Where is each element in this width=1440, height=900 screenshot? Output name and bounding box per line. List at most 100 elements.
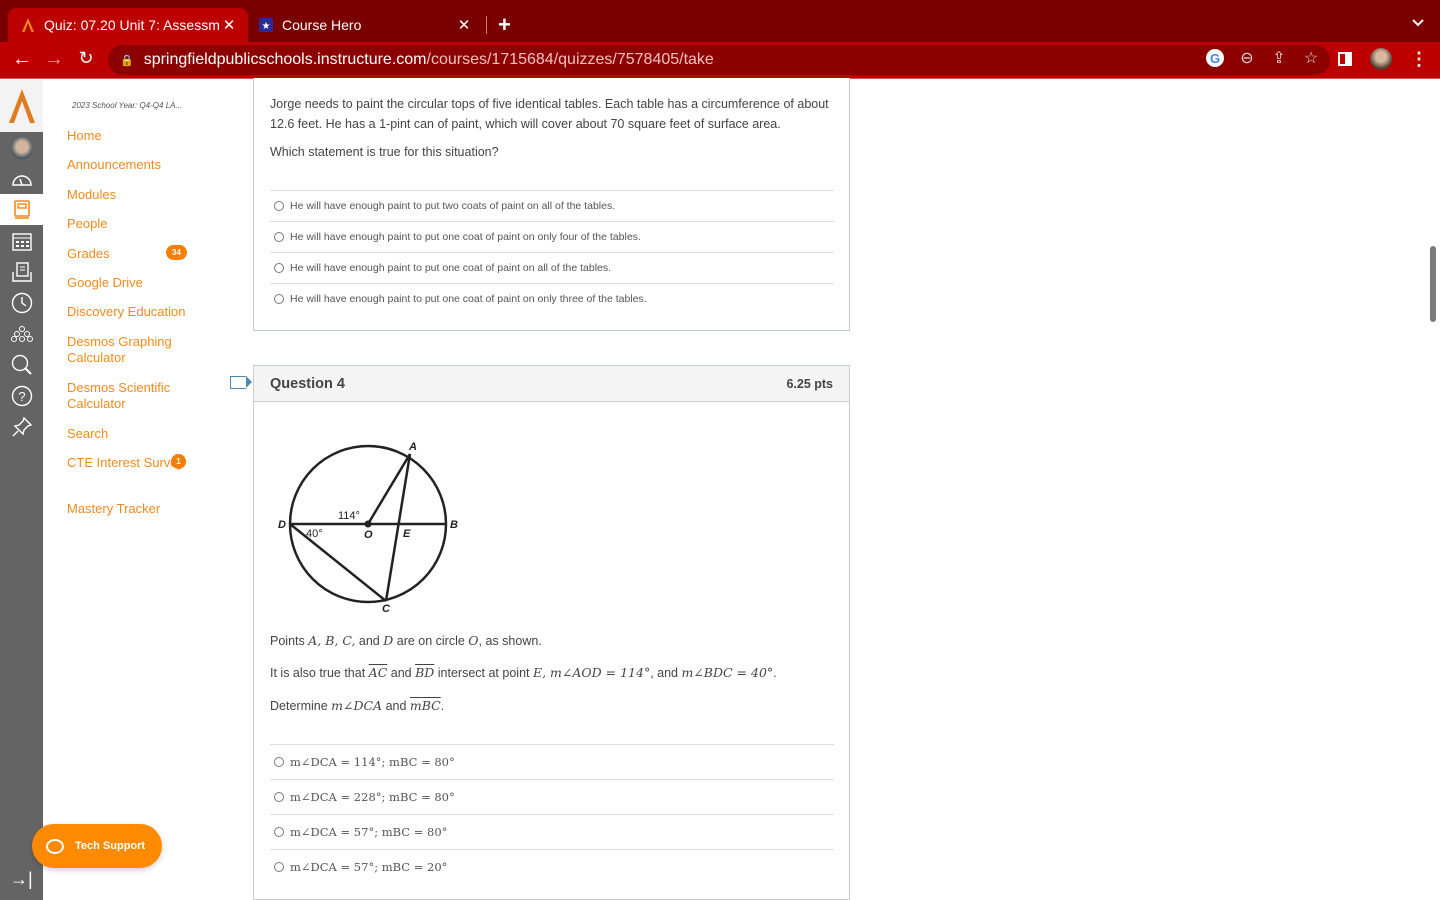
- nav-home[interactable]: Home: [67, 128, 187, 144]
- question-prompt: Which statement is true for this situati…: [270, 145, 499, 159]
- inbox-icon[interactable]: [0, 256, 43, 287]
- close-tab-icon[interactable]: ✕: [220, 16, 238, 34]
- label-c: C: [382, 603, 391, 615]
- reload-icon[interactable]: ↻: [74, 48, 98, 69]
- radio-button[interactable]: [274, 201, 284, 211]
- label-e: E: [403, 528, 411, 540]
- svg-text:★: ★: [262, 21, 271, 32]
- calendar-icon[interactable]: [0, 225, 43, 256]
- breadcrumb[interactable]: 2023 School Year: Q4-Q4 LA...: [72, 101, 182, 110]
- svg-text:?: ?: [18, 389, 25, 404]
- nav-announcements[interactable]: Announcements: [67, 157, 187, 173]
- flag-question-icon[interactable]: [230, 376, 252, 389]
- circle-diagram: A B C D O E 114° 40°: [278, 441, 458, 615]
- nav-cte-interest-survey[interactable]: CTE Interest Survey: [67, 455, 187, 471]
- commons-icon[interactable]: [0, 318, 43, 349]
- center-point: [364, 520, 372, 528]
- answer-option[interactable]: He will have enough paint to put one coa…: [270, 283, 834, 314]
- question-title: Question 4: [270, 375, 345, 392]
- nav-discovery-education[interactable]: Discovery Education: [67, 304, 187, 320]
- close-tab-icon[interactable]: ✕: [455, 16, 473, 34]
- nav-people[interactable]: People: [67, 216, 187, 232]
- radio-button[interactable]: [274, 294, 284, 304]
- radio-button[interactable]: [274, 757, 284, 767]
- address-bar[interactable]: 🔒 springfieldpublicschools.instructure.c…: [108, 45, 1330, 75]
- answer-label: m∠DCA = 228°; mBC = 80°: [290, 790, 455, 804]
- profile-avatar[interactable]: [1370, 48, 1392, 70]
- url-host: springfieldpublicschools.instructure.com: [143, 51, 427, 68]
- answer-option[interactable]: m∠DCA = 114°; mBC = 80°: [270, 744, 834, 779]
- tab-course-hero[interactable]: ★ Course Hero ✕: [248, 8, 483, 42]
- tab-search-chevron-icon[interactable]: [1412, 14, 1424, 30]
- answer-option[interactable]: m∠DCA = 228°; mBC = 80°: [270, 779, 834, 814]
- answer-option[interactable]: He will have enough paint to put one coa…: [270, 221, 834, 252]
- question-points: 6.25 pts: [786, 376, 833, 391]
- label-b: B: [450, 519, 458, 531]
- google-icon[interactable]: G: [1206, 49, 1224, 67]
- global-navigation: ? →|: [0, 80, 43, 900]
- back-arrow-icon[interactable]: ←: [10, 48, 34, 71]
- question-3: Jorge needs to paint the circular tops o…: [253, 78, 850, 331]
- question-4: Question 4 6.25 pts A B C D O E 114° 40°…: [253, 365, 850, 900]
- lock-icon: 🔒: [120, 54, 134, 67]
- angle-aod-label: 114°: [338, 510, 360, 522]
- canvas-logo-icon: [20, 17, 36, 33]
- answer-option[interactable]: m∠DCA = 57°; mBC = 80°: [270, 814, 834, 849]
- tab-title: Quiz: 07.20 Unit 7: Assessment: [44, 17, 220, 33]
- label-a: A: [408, 441, 417, 453]
- courses-icon[interactable]: [0, 194, 43, 225]
- nav-modules[interactable]: Modules: [67, 187, 187, 203]
- radio-button[interactable]: [274, 263, 284, 273]
- nav-search[interactable]: Search: [67, 426, 187, 442]
- grades-badge: 34: [166, 245, 187, 260]
- answer-label: m∠DCA = 114°; mBC = 80°: [290, 755, 455, 769]
- search-icon[interactable]: [0, 349, 43, 380]
- dashboard-icon[interactable]: [0, 163, 43, 194]
- answer-label: He will have enough paint to put one coa…: [290, 231, 641, 243]
- nav-desmos-graphing[interactable]: Desmos Graphing Calculator: [67, 334, 187, 366]
- canvas-logo-icon[interactable]: [0, 80, 43, 132]
- radio-button[interactable]: [274, 827, 284, 837]
- label-d: D: [278, 519, 286, 531]
- answer-list: He will have enough paint to put two coa…: [270, 190, 834, 314]
- label-o: O: [364, 529, 373, 541]
- help-icon[interactable]: ?: [0, 380, 43, 411]
- angle-bdc-label: 40°: [306, 528, 323, 540]
- browser-menu-icon[interactable]: ⋮: [1410, 49, 1428, 70]
- zoom-out-icon[interactable]: ⊖: [1238, 48, 1256, 68]
- bookmark-star-icon[interactable]: ☆: [1302, 48, 1320, 68]
- new-tab-button[interactable]: +: [498, 12, 511, 38]
- answer-option[interactable]: He will have enough paint to put two coa…: [270, 190, 834, 221]
- account-avatar[interactable]: [0, 132, 43, 163]
- history-clock-icon[interactable]: [0, 287, 43, 318]
- nav-desmos-scientific[interactable]: Desmos Scientific Calculator: [67, 380, 187, 412]
- radio-button[interactable]: [274, 232, 284, 242]
- radio-button[interactable]: [274, 862, 284, 872]
- answer-option[interactable]: m∠DCA = 57°; mBC = 20°: [270, 849, 834, 884]
- page-scrollbar[interactable]: [1430, 246, 1436, 322]
- answer-label: He will have enough paint to put one coa…: [290, 262, 612, 274]
- forward-arrow-icon[interactable]: →: [42, 48, 66, 71]
- question-text: Jorge needs to paint the circular tops o…: [270, 97, 829, 131]
- chat-bubble-icon: [46, 838, 64, 854]
- side-panel-icon[interactable]: [1338, 52, 1352, 66]
- answer-label: m∠DCA = 57°; mBC = 80°: [290, 825, 448, 839]
- tab-quiz[interactable]: Quiz: 07.20 Unit 7: Assessment ✕: [8, 8, 248, 42]
- answer-label: He will have enough paint to put two coa…: [290, 200, 616, 212]
- tech-support-button[interactable]: Tech Support: [32, 824, 162, 868]
- answer-label: He will have enough paint to put one coa…: [290, 293, 647, 305]
- question-line-1: Points A, B, C, and D are on circle O, a…: [270, 633, 542, 648]
- answer-label: m∠DCA = 57°; mBC = 20°: [290, 860, 448, 874]
- nav-mastery-tracker[interactable]: Mastery Tracker: [67, 501, 187, 517]
- course-hero-icon: ★: [258, 17, 274, 33]
- collapse-nav-icon[interactable]: →|: [10, 869, 33, 890]
- answer-option[interactable]: He will have enough paint to put one coa…: [270, 252, 834, 283]
- nav-google-drive[interactable]: Google Drive: [67, 275, 187, 291]
- radio-button[interactable]: [274, 792, 284, 802]
- question-line-3: Determine m∠DCA and mBC.: [270, 698, 445, 713]
- pin-icon[interactable]: [0, 411, 43, 442]
- share-icon[interactable]: ⇪: [1270, 48, 1288, 68]
- browser-tabstrip: Quiz: 07.20 Unit 7: Assessment ✕ ★ Cours…: [0, 0, 1440, 42]
- answer-list: m∠DCA = 114°; mBC = 80° m∠DCA = 228°; mB…: [270, 744, 834, 884]
- cte-badge: 1: [171, 454, 186, 469]
